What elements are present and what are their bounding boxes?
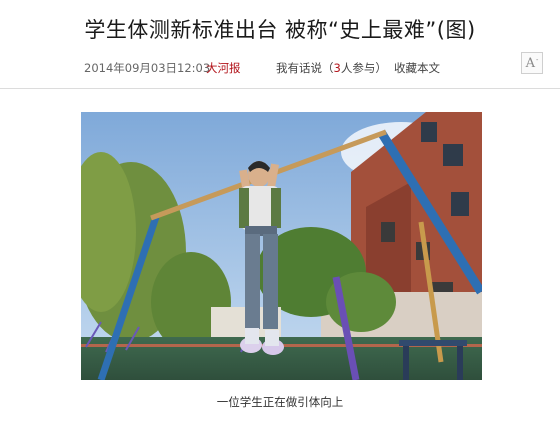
source-link[interactable]: 大河报	[206, 60, 276, 76]
article-title: 学生体测新标准出台 被称“史上最难”(图)	[84, 18, 476, 42]
comment-count: 3	[333, 61, 341, 75]
comment-link[interactable]: 我有话说（3人参与）	[276, 60, 394, 76]
article-photo	[81, 112, 482, 380]
article-meta: 2014年09月03日12:03 大河报 我有话说（3人参与） 收藏本文	[84, 60, 440, 76]
text-size-icon[interactable]: A-	[521, 52, 543, 74]
text-size-label: A	[525, 55, 535, 71]
image-caption: 一位学生正在做引体向上	[216, 395, 344, 409]
publish-date: 2014年09月03日12:03	[84, 61, 211, 75]
favorite-link[interactable]: 收藏本文	[394, 60, 440, 76]
comment-prefix: 我有话说（	[276, 61, 334, 75]
comment-suffix: 人参与）	[340, 61, 387, 75]
header-divider	[0, 88, 560, 89]
text-size-sup: -	[536, 56, 539, 64]
